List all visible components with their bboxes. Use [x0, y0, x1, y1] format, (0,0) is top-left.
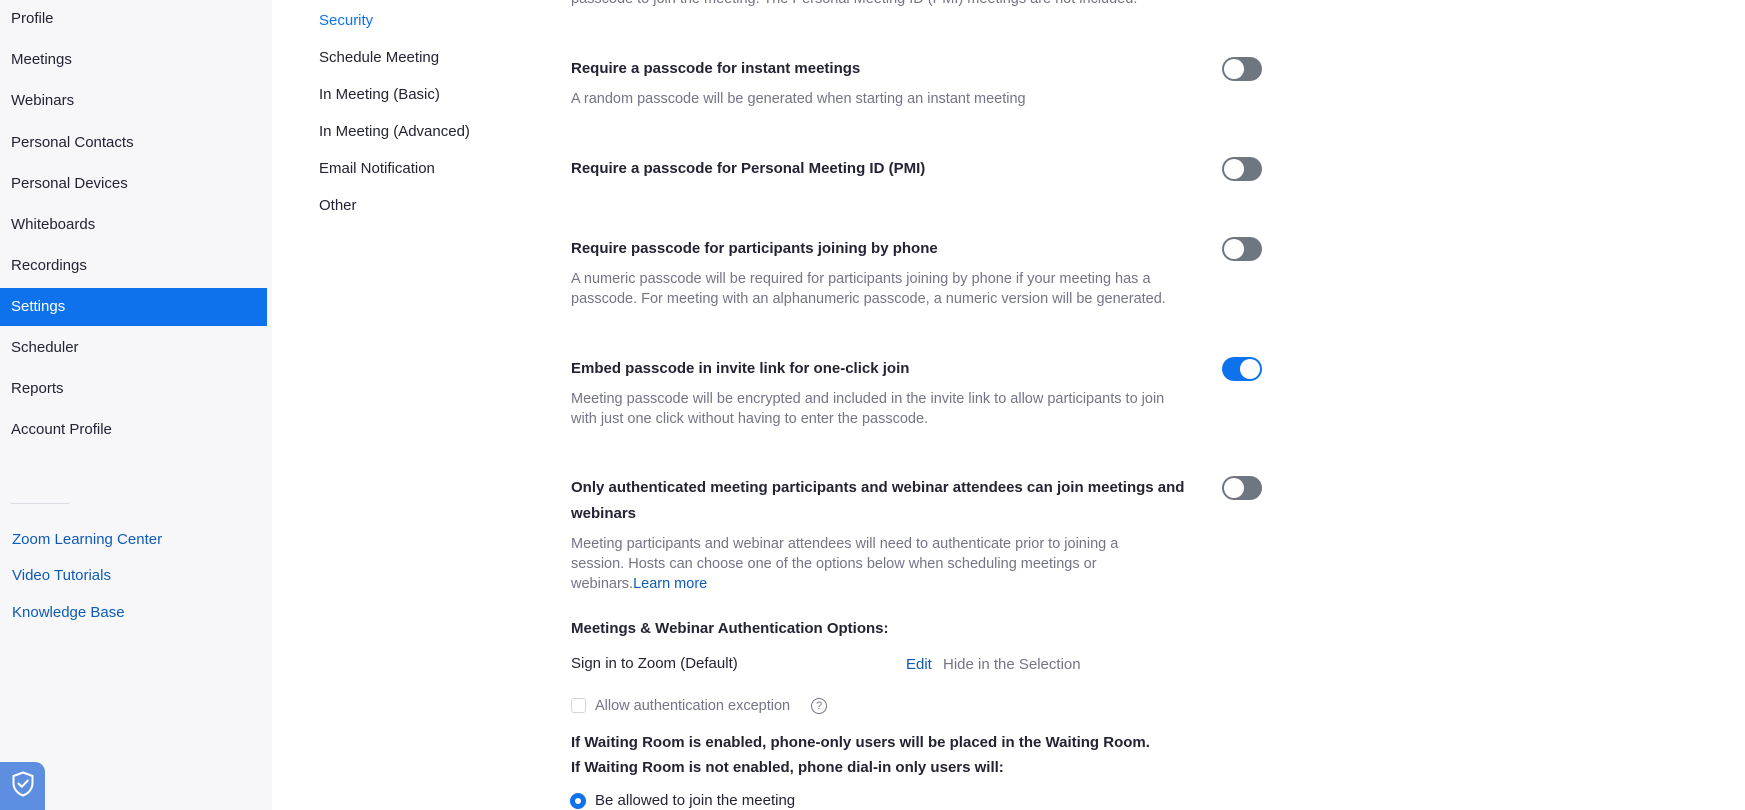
link-knowledge-base[interactable]: Knowledge Base: [12, 603, 125, 623]
sidebar-item-personal-contacts[interactable]: Personal Contacts: [0, 124, 267, 162]
setting-title-instant-passcode: Require a passcode for instant meetings: [571, 60, 861, 77]
sidebar-item-whiteboards[interactable]: Whiteboards: [0, 206, 267, 244]
toggle-knob: [1224, 239, 1244, 259]
toggle-knob: [1224, 159, 1244, 179]
sidebar-item-recordings[interactable]: Recordings: [0, 247, 267, 285]
setting-desc-embed-passcode: Meeting passcode will be encrypted and i…: [571, 391, 1165, 407]
setting-title-pmi-passcode: Require a passcode for Personal Meeting …: [571, 160, 926, 177]
toggle-pmi-passcode[interactable]: [1222, 157, 1262, 181]
toggle-knob: [1240, 359, 1260, 379]
sidebar-item-meetings[interactable]: Meetings: [0, 41, 267, 79]
hide-in-selection-link[interactable]: Hide in the Selection: [943, 655, 1081, 675]
setting-desc-phone-passcode: A numeric passcode will be required for …: [571, 271, 1151, 287]
sidebar-divider: [11, 503, 69, 504]
left-sidebar: Profile Meetings Webinars Personal Conta…: [0, 0, 272, 810]
toggle-phone-passcode[interactable]: [1222, 237, 1262, 261]
sidebar-item-reports[interactable]: Reports: [0, 370, 267, 408]
toggle-knob: [1224, 478, 1244, 498]
toggle-instant-passcode[interactable]: [1222, 57, 1262, 81]
toggle-authenticated-join[interactable]: [1222, 476, 1262, 500]
subnav-in-meeting-advanced[interactable]: In Meeting (Advanced): [319, 122, 470, 142]
setting-desc-phone-passcode: passcode. For meeting with an alphanumer…: [571, 291, 1166, 307]
subnav-schedule-meeting[interactable]: Schedule Meeting: [319, 48, 439, 68]
previous-setting-description: passcode to join the meeting. The Person…: [571, 0, 1137, 9]
setting-desc-embed-passcode: with just one click without having to en…: [571, 411, 929, 427]
allow-auth-exception-checkbox[interactable]: [571, 698, 586, 713]
setting-title-phone-passcode: Require passcode for participants joinin…: [571, 240, 938, 257]
radio-be-allowed-to-join-label: Be allowed to join the meeting: [595, 792, 796, 809]
subnav-security[interactable]: Security: [319, 11, 373, 31]
sidebar-item-settings[interactable]: Settings: [0, 288, 267, 326]
setting-title-embed-passcode: Embed passcode in invite link for one-cl…: [571, 360, 910, 377]
auth-options-heading: Meetings & Webinar Authentication Option…: [571, 620, 889, 637]
sidebar-item-personal-devices[interactable]: Personal Devices: [0, 165, 267, 203]
setting-title-authenticated-join: Only authenticated meeting participants …: [571, 479, 1185, 496]
setting-title-authenticated-join: webinars: [571, 505, 637, 522]
sidebar-item-webinars[interactable]: Webinars: [0, 82, 267, 120]
security-badge-button[interactable]: [0, 762, 45, 810]
setting-desc-authenticated-join: session. Hosts can choose one of the opt…: [571, 556, 1097, 572]
waiting-room-note: If Waiting Room is enabled, phone-only u…: [571, 734, 1150, 751]
edit-auth-option-link[interactable]: Edit: [906, 655, 932, 675]
sidebar-item-profile[interactable]: Profile: [0, 0, 267, 38]
sidebar-item-account-profile[interactable]: Account Profile: [0, 411, 267, 449]
radio-be-allowed-to-join[interactable]: [570, 793, 586, 809]
waiting-room-note: If Waiting Room is not enabled, phone di…: [571, 759, 1004, 776]
setting-desc-instant-passcode: A random passcode will be generated when…: [571, 91, 1026, 107]
desc-text: webinars.: [571, 576, 634, 592]
link-video-tutorials[interactable]: Video Tutorials: [12, 566, 111, 586]
link-zoom-learning-center[interactable]: Zoom Learning Center: [12, 530, 162, 550]
radio-dot: [575, 798, 581, 804]
toggle-embed-passcode[interactable]: [1222, 357, 1262, 381]
auth-option-name: Sign in to Zoom (Default): [571, 655, 738, 672]
help-icon[interactable]: ?: [811, 698, 827, 714]
learn-more-link[interactable]: Learn more: [633, 576, 707, 592]
setting-desc-authenticated-join: Meeting participants and webinar attende…: [571, 536, 1119, 552]
shield-check-icon: [11, 770, 35, 802]
allow-auth-exception-label: Allow authentication exception: [595, 698, 791, 714]
subnav-other[interactable]: Other: [319, 196, 357, 216]
toggle-knob: [1224, 59, 1244, 79]
subnav-in-meeting-basic[interactable]: In Meeting (Basic): [319, 85, 440, 105]
setting-desc-authenticated-join: webinars.Learn more: [571, 574, 707, 594]
sidebar-item-scheduler[interactable]: Scheduler: [0, 329, 267, 367]
subnav-email-notification[interactable]: Email Notification: [319, 159, 435, 179]
